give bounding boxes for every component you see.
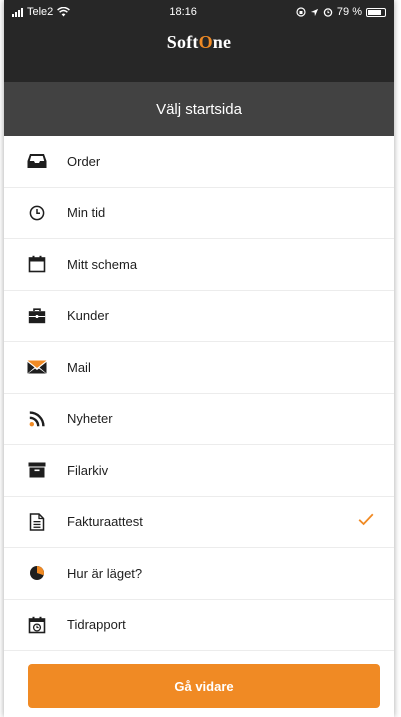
phone-screen: Tele2 18:16 79 % Soft O ne Välj startsid… (4, 0, 394, 717)
envelope-icon (27, 357, 47, 377)
menu-item-filarkiv[interactable]: Filarkiv (4, 445, 394, 497)
menu-item-label: Tidrapport (67, 617, 126, 633)
menu-item-order[interactable]: Order (4, 136, 394, 188)
brand-logo: Soft O ne (4, 24, 394, 60)
menu-item-label: Mitt schema (67, 256, 138, 272)
start-page-list: Order Min tid Mitt schema Kunder Mail Ny… (4, 136, 394, 651)
battery-icon (366, 7, 386, 17)
rss-icon (27, 409, 47, 429)
menu-item-tidrapport[interactable]: Tidrapport (4, 600, 394, 651)
menu-item-label: Min tid (67, 205, 106, 221)
calendar-icon (27, 254, 47, 274)
top-bar: Tele2 18:16 79 % Soft O ne (4, 0, 394, 82)
status-bar: Tele2 18:16 79 % (4, 0, 394, 24)
location-arrow-icon (310, 8, 319, 16)
menu-item-hur-ar-laget[interactable]: Hur är läget? (4, 548, 394, 600)
brand-text-b: O (198, 31, 213, 52)
status-time: 18:16 (169, 6, 197, 18)
brand-text-c: ne (212, 31, 232, 52)
menu-item-fakturaattest[interactable]: Fakturaattest (4, 497, 394, 548)
document-icon (27, 512, 47, 532)
menu-item-label: Hur är läget? (67, 565, 143, 581)
signal-strength-icon (12, 7, 23, 17)
clock-icon (27, 203, 47, 223)
menu-item-nyheter[interactable]: Nyheter (4, 394, 394, 445)
menu-item-kunder[interactable]: Kunder (4, 291, 394, 342)
menu-item-label: Filarkiv (67, 462, 109, 478)
battery-percent: 79 % (336, 6, 362, 18)
pie-chart-icon (27, 563, 47, 583)
archive-box-icon (27, 460, 47, 480)
menu-item-label: Mail (67, 359, 91, 375)
brand-text-a: Soft (166, 31, 199, 52)
briefcase-icon (27, 306, 47, 326)
menu-item-label: Nyheter (67, 411, 113, 427)
menu-item-mail[interactable]: Mail (4, 342, 394, 394)
continue-button[interactable]: Gå vidare (28, 664, 380, 708)
calendar-clock-icon (27, 615, 47, 635)
menu-item-min-tid[interactable]: Min tid (4, 188, 394, 239)
carrier-name: Tele2 (27, 6, 54, 18)
menu-item-label: Order (67, 153, 101, 169)
menu-item-label: Fakturaattest (67, 514, 143, 530)
page-title: Välj startsida (4, 82, 394, 136)
status-right: 79 % (296, 6, 386, 18)
menu-item-mitt-schema[interactable]: Mitt schema (4, 239, 394, 291)
orientation-lock-icon (296, 7, 306, 17)
alarm-icon (323, 8, 333, 17)
checkmark-icon (358, 513, 374, 531)
footer: Gå vidare (4, 657, 394, 717)
wifi-icon (57, 7, 71, 17)
menu-item-label: Kunder (67, 308, 109, 324)
status-left: Tele2 (12, 6, 71, 18)
inbox-tray-icon (27, 151, 47, 171)
